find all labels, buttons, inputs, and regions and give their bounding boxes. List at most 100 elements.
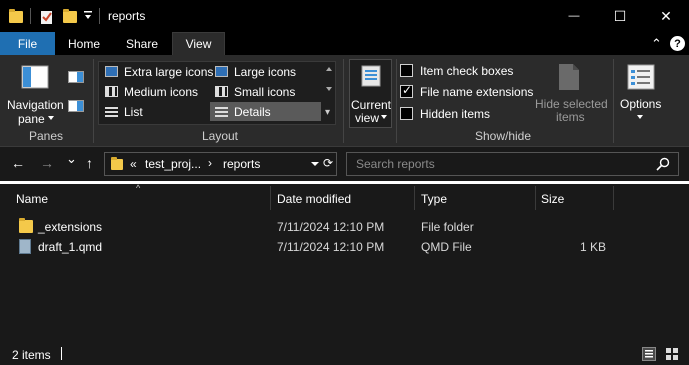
file-name[interactable]: _extensions: [38, 220, 102, 234]
current-view-label-1[interactable]: Current: [351, 98, 391, 112]
file-date: 7/11/2024 12:10 PM: [277, 220, 385, 234]
window-title: reports: [108, 9, 146, 23]
ribbon: Navigation pane Panes Extra large icons …: [0, 55, 689, 147]
current-view-label-2[interactable]: view: [355, 111, 379, 125]
separator: [343, 59, 344, 143]
file-type: QMD File: [421, 240, 472, 254]
column-header-name[interactable]: Name: [16, 192, 48, 206]
file-size: 1 KB: [579, 240, 606, 254]
layout-large-icons[interactable]: Large icons: [234, 65, 296, 79]
help-icon[interactable]: ?: [670, 36, 685, 51]
dropdown-arrow-icon: [637, 115, 643, 119]
file-name[interactable]: draft_1.qmd: [38, 240, 102, 254]
column-header-size[interactable]: Size: [541, 192, 564, 206]
extra-large-icons-icon: [105, 66, 118, 77]
refresh-icon[interactable]: ⟳: [323, 156, 333, 170]
address-dropdown-icon[interactable]: [311, 162, 319, 166]
panes-group-label: Panes: [28, 129, 64, 143]
sort-ascending-icon: ^: [136, 183, 141, 193]
navigation-pane-label-2[interactable]: pane: [18, 112, 45, 126]
column-separator[interactable]: [414, 186, 415, 210]
options-icon: [627, 64, 655, 93]
item-check-boxes-label[interactable]: Item check boxes: [420, 64, 513, 78]
layout-extra-large-icons[interactable]: Extra large icons: [124, 65, 213, 79]
minimize-button[interactable]: —: [551, 0, 597, 32]
search-input[interactable]: Search reports: [356, 157, 435, 171]
close-icon: ✕: [660, 7, 672, 24]
column-header-type[interactable]: Type: [421, 192, 447, 206]
recent-locations-icon[interactable]: ⌄: [66, 151, 77, 167]
layout-list[interactable]: List: [124, 105, 143, 119]
separator: [93, 59, 94, 143]
dropdown-arrow-icon: [381, 115, 387, 119]
tab-share[interactable]: Share: [113, 32, 171, 55]
separator: [61, 347, 62, 360]
item-check-boxes-checkbox[interactable]: [400, 64, 413, 77]
separator: [613, 59, 614, 143]
search-icon[interactable]: [656, 157, 670, 174]
dropdown-arrow-icon: [48, 116, 54, 120]
column-separator[interactable]: [270, 186, 271, 210]
column-header-date-modified[interactable]: Date modified: [277, 192, 351, 206]
collapse-ribbon-icon[interactable]: ⌃: [651, 36, 662, 52]
table-row[interactable]: _extensions 7/11/2024 12:10 PM File fold…: [0, 217, 689, 237]
show-hide-group-label: Show/hide: [474, 129, 532, 143]
tab-view[interactable]: View: [172, 32, 225, 55]
layout-medium-icons[interactable]: Medium icons: [124, 85, 198, 99]
navigation-pane-icon: [21, 63, 49, 94]
document-icon: [19, 239, 31, 254]
breadcrumb-overflow-icon[interactable]: «: [130, 157, 137, 171]
ribbon-tabs: File Home Share View ⌃ ?: [0, 32, 689, 55]
layout-small-icons[interactable]: Small icons: [234, 85, 295, 99]
hide-selected-items-icon: [558, 63, 580, 94]
customize-quick-access-icon[interactable]: [83, 9, 93, 24]
hide-selected-items-label-2[interactable]: items: [556, 110, 585, 124]
properties-icon[interactable]: [40, 9, 54, 28]
maximize-icon: ☐: [613, 7, 627, 24]
details-view-icon[interactable]: [642, 347, 656, 361]
tab-home[interactable]: Home: [56, 32, 112, 55]
list-icon: [105, 106, 118, 117]
preview-pane-icon[interactable]: [68, 71, 84, 86]
file-type: File folder: [421, 220, 474, 234]
tab-file[interactable]: File: [0, 32, 55, 55]
large-icons-view-icon[interactable]: [665, 347, 679, 364]
forward-icon[interactable]: →: [40, 155, 54, 171]
layout-details[interactable]: Details: [234, 105, 271, 119]
column-separator[interactable]: [535, 186, 536, 210]
file-name-extensions-label[interactable]: File name extensions: [420, 85, 533, 99]
gallery-expand-icon[interactable]: ▾: [325, 107, 330, 118]
up-icon[interactable]: ↑: [86, 155, 93, 171]
back-icon[interactable]: ←: [11, 155, 25, 171]
hide-selected-items-label-1[interactable]: Hide selected: [535, 97, 608, 111]
status-bar: 2 items: [0, 342, 689, 365]
hidden-items-label[interactable]: Hidden items: [420, 107, 490, 121]
gallery-scroll-up-icon[interactable]: [326, 67, 332, 71]
breadcrumb-reports[interactable]: reports: [223, 157, 260, 171]
address-bar[interactable]: « test_proj... › reports ⟳: [104, 152, 337, 176]
details-icon: [215, 106, 228, 117]
separator: [396, 59, 397, 143]
hidden-items-checkbox[interactable]: [400, 107, 413, 120]
search-box[interactable]: Search reports: [346, 152, 679, 176]
table-row[interactable]: draft_1.qmd 7/11/2024 12:10 PM QMD File …: [0, 237, 689, 257]
separator: [99, 8, 100, 24]
gallery-scroll-down-icon[interactable]: [326, 87, 332, 91]
file-name-extensions-checkbox[interactable]: [400, 83, 413, 98]
small-icons-icon: [215, 86, 228, 97]
breadcrumb-chevron-icon[interactable]: ›: [208, 156, 212, 170]
large-icons-icon: [215, 66, 228, 77]
breadcrumb-test-proj[interactable]: test_proj...: [145, 157, 201, 171]
column-separator[interactable]: [613, 186, 614, 210]
sort-by-icon: [360, 65, 382, 90]
minimize-icon: —: [568, 10, 580, 22]
options-label[interactable]: Options: [620, 97, 661, 111]
file-list: ^ Name Date modified Type Size _extensio…: [0, 183, 689, 340]
navigation-pane-label-1[interactable]: Navigation: [7, 98, 64, 112]
maximize-button[interactable]: ☐: [597, 0, 643, 32]
navigation-bar: ← → ⌄ ↑ « test_proj... › reports ⟳ Searc…: [0, 148, 689, 180]
details-pane-icon[interactable]: [68, 100, 84, 115]
item-count: 2 items: [12, 348, 51, 362]
close-button[interactable]: ✕: [643, 0, 689, 32]
help-glyph: ?: [674, 37, 681, 50]
